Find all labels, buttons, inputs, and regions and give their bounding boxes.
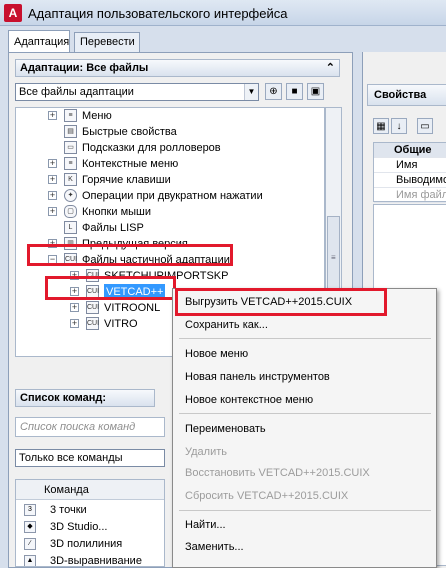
window-title: Адаптация пользовательского интерфейса (28, 6, 288, 21)
tree-item-label: Меню (82, 110, 112, 122)
command-filter-value: Только все команды (19, 452, 123, 464)
properties-category[interactable]: Общие (374, 143, 446, 158)
categorized-icon[interactable]: ▦ (373, 118, 389, 134)
menu-item-restore[interactable]: Восстановить VETCAD++2015.CUIX (185, 463, 370, 483)
cui-file-icon: CUI (86, 301, 99, 314)
menu-item-reset[interactable]: Сбросить VETCAD++2015.CUIX (185, 486, 348, 506)
tree-item-label: Подсказки для ролловеров (82, 142, 221, 154)
chevron-down-icon[interactable]: ▼ (244, 84, 258, 100)
menu-item-replace[interactable]: Заменить... (185, 537, 244, 557)
command-list: Команда 3 3 точки ◆ 3D Studio... ∕ 3D по… (15, 479, 165, 567)
expand-icon[interactable]: + (48, 239, 57, 248)
customizations-header[interactable]: Адаптации: Все файлы ⌃ (15, 59, 340, 77)
command-label: 3D Studio... (50, 521, 108, 533)
tree-item-label: Горячие клавиши (82, 174, 171, 186)
expand-icon[interactable]: + (70, 271, 79, 280)
menu-separator (179, 510, 431, 511)
cui-file-icon: CUI (86, 317, 99, 330)
expand-icon[interactable]: + (70, 303, 79, 312)
3d-studio-icon: ◆ (24, 521, 36, 533)
3d-align-icon: ▲ (24, 555, 36, 566)
cui-file-icon: CUI (86, 269, 99, 282)
tree-item-label: VITRO (104, 318, 138, 330)
menu-item-find[interactable]: Найти... (185, 515, 226, 535)
context-menu-icon: ≡ (64, 157, 77, 170)
tree-item-label: Файлы частичной адаптации (82, 254, 230, 266)
3d-polyline-icon: ∕ (24, 538, 36, 550)
load-partial-icon[interactable]: ▣ (307, 83, 324, 100)
tree-item-label: VITROONL (104, 302, 161, 314)
property-file-name[interactable]: Имя файла (374, 188, 446, 203)
tab-transfer[interactable]: Перевести (74, 32, 140, 52)
tree-item-label: SKETCHUPIMPORTSKP (104, 270, 229, 282)
3-points-icon: 3 (24, 504, 36, 516)
menu-item-unload[interactable]: Выгрузить VETCAD++2015.CUIX (185, 292, 352, 312)
menu-item-new-context-menu[interactable]: Новое контекстное меню (185, 390, 313, 410)
menu-item-rename[interactable]: Переименовать (185, 419, 266, 439)
command-label: 3 точки (50, 504, 87, 516)
menu-item-new-menu[interactable]: Новое меню (185, 344, 248, 364)
collapse-node-icon[interactable]: − (48, 255, 57, 264)
title-bar: A Адаптация пользовательского интерфейса (0, 0, 446, 26)
context-menu: Выгрузить VETCAD++2015.CUIX Сохранить ка… (172, 288, 437, 568)
expand-icon[interactable]: + (48, 159, 57, 168)
tree-item-label: Файлы LISP (82, 222, 144, 234)
command-list-header[interactable]: Список команд: (15, 389, 155, 407)
scrollbar-thumb[interactable]: ≡ (327, 216, 340, 296)
legacy-icon: ▥ (64, 237, 77, 250)
expand-icon[interactable]: + (48, 111, 57, 120)
keyboard-icon: K (64, 173, 77, 186)
customization-file-filter-value: Все файлы адаптации (19, 86, 134, 98)
menu-item-new-toolbar[interactable]: Новая панель инструментов (185, 367, 330, 387)
open-file-icon[interactable]: ⊕ (265, 83, 282, 100)
tree-item-label: Предыдущая версия (82, 238, 188, 250)
expand-icon[interactable]: + (70, 319, 79, 328)
properties-header[interactable]: Свойства (367, 84, 446, 106)
expand-icon[interactable]: + (48, 207, 57, 216)
tree-item-label: Кнопки мыши (82, 206, 152, 218)
expand-icon[interactable]: + (48, 191, 57, 200)
rollover-tooltips-icon: ▭ (64, 141, 77, 154)
customizations-header-label: Адаптации: Все файлы (20, 62, 149, 74)
menu-item-save-as[interactable]: Сохранить как... (185, 315, 268, 335)
expand-icon[interactable]: + (70, 287, 79, 296)
menu-separator (179, 338, 431, 339)
cui-file-icon: CUI (86, 285, 99, 298)
save-icon[interactable]: ■ (286, 83, 303, 100)
sort-alpha-icon[interactable]: ↓ (391, 118, 407, 134)
partial-cui-icon: CUI (64, 253, 77, 266)
expand-icon[interactable]: + (48, 175, 57, 184)
command-label: 3D-выравнивание (50, 555, 142, 567)
command-column-header[interactable]: Команда (16, 480, 164, 500)
collapse-icon[interactable]: ⌃ (326, 60, 335, 76)
double-click-icon: ✦ (64, 189, 77, 202)
tree-item-label: Быстрые свойства (82, 126, 177, 138)
tree-item-label: VETCAD++ (104, 284, 166, 300)
property-display-name[interactable]: Выводимое имя (374, 173, 446, 188)
tab-customize[interactable]: Адаптация (8, 30, 70, 52)
property-name[interactable]: Имя (374, 158, 446, 173)
command-search-input[interactable]: Список поиска команд (15, 417, 165, 437)
command-label: 3D полилиния (50, 538, 123, 550)
properties-grid: Общие Имя Выводимое имя Имя файла (373, 142, 446, 203)
menu-item-delete[interactable]: Удалить (185, 442, 227, 462)
command-filter-select[interactable]: Только все команды (15, 449, 165, 467)
lisp-file-icon: L (64, 221, 77, 234)
tree-item-label: Операции при двукратном нажатии (82, 190, 263, 202)
property-pages-icon[interactable]: ▭ (417, 118, 433, 134)
grip-icon: ≡ (331, 253, 336, 262)
autocad-app-icon[interactable]: A (4, 4, 22, 22)
customization-file-filter[interactable]: Все файлы адаптации ▼ (15, 83, 259, 101)
menu-separator (179, 413, 431, 414)
tree-item-label: Контекстные меню (82, 158, 179, 170)
mouse-icon: ▢ (64, 205, 77, 218)
quick-properties-icon: ▤ (64, 125, 77, 138)
menu-icon: ≡ (64, 109, 77, 122)
